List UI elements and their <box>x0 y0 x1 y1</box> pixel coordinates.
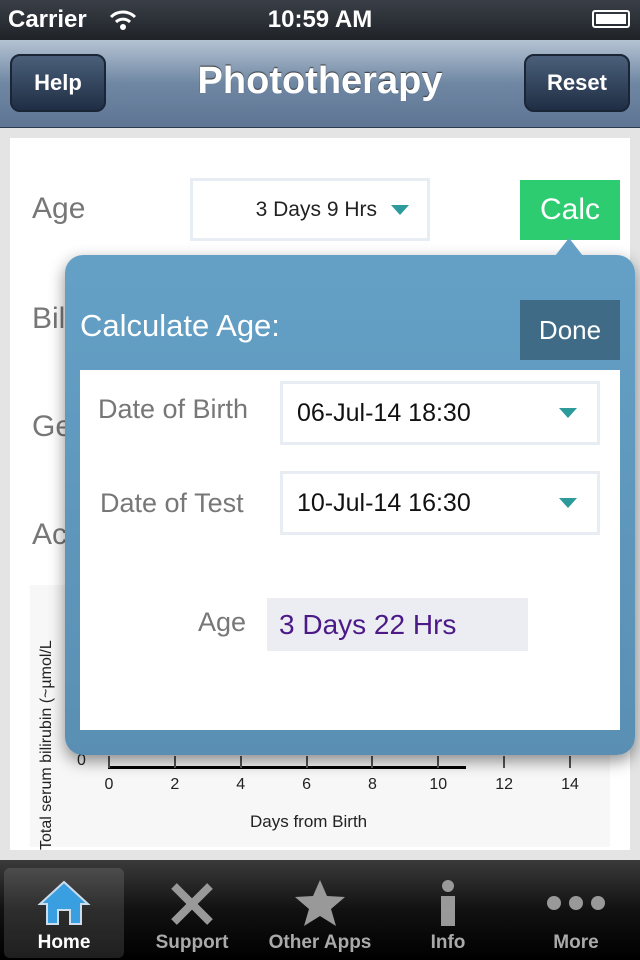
x-tick-label: 14 <box>561 776 579 793</box>
tab-home[interactable]: Home <box>4 868 124 958</box>
reset-button[interactable]: Reset <box>524 54 630 112</box>
clock: 10:59 AM <box>267 6 373 33</box>
more-icon <box>547 896 605 910</box>
bilirubin-label: Bil <box>32 302 66 335</box>
info-icon <box>441 880 455 926</box>
dropdown-arrow-icon <box>559 498 577 508</box>
dropdown-arrow-icon <box>559 408 577 418</box>
tab-label: More <box>553 932 599 953</box>
x-axis-label: Days from Birth <box>250 812 368 831</box>
x-tick-mark <box>569 756 571 768</box>
x-tick-mark <box>108 756 110 768</box>
tab-bar: Home Support Other Apps Info More <box>0 860 640 960</box>
y-axis-label: Total serum bilirubin (~µmol/L <box>38 640 55 850</box>
dot-select[interactable]: 10-Jul-14 16:30 <box>280 471 600 535</box>
ac-label: Ac <box>32 518 68 551</box>
dropdown-arrow-icon <box>391 204 409 215</box>
x-tick-label: 4 <box>236 776 246 793</box>
calc-button[interactable]: Calc <box>520 180 620 240</box>
dot-value: 10-Jul-14 16:30 <box>297 488 471 517</box>
dob-label: Date of Birth <box>98 394 249 424</box>
age-label: Age <box>32 192 86 225</box>
age-value: 3 Days 9 Hrs <box>255 197 377 221</box>
x-tick-label: 2 <box>170 776 180 793</box>
x-tick-label: 10 <box>429 776 448 793</box>
status-bar: Carrier 10:59 AM <box>0 0 640 40</box>
home-icon <box>37 880 91 925</box>
x-tick-label: 0 <box>104 776 114 793</box>
tab-label: Other Apps <box>268 932 372 953</box>
x-tick-label: 6 <box>302 776 312 793</box>
x-tick-label: 12 <box>495 776 514 793</box>
age-result: 3 Days 22 Hrs <box>267 598 528 651</box>
dob-select[interactable]: 06-Jul-14 18:30 <box>280 381 600 445</box>
tools-icon <box>171 883 213 925</box>
age-result-label: Age <box>198 607 247 637</box>
battery-icon <box>592 10 630 28</box>
x-tick-mark <box>371 756 374 768</box>
dob-value: 06-Jul-14 18:30 <box>297 398 471 427</box>
popover-arrow <box>555 238 583 256</box>
tab-other-apps[interactable]: Other Apps <box>260 868 380 958</box>
age-select[interactable]: 3 Days 9 Hrs <box>190 178 430 241</box>
done-button[interactable]: Done <box>520 300 620 360</box>
tab-label: Support <box>155 932 229 953</box>
dot-label: Date of Test <box>100 488 244 518</box>
x-tick-mark <box>305 756 308 768</box>
x-tick-mark <box>239 756 242 768</box>
nav-bar: Help Phototherapy Reset <box>0 40 640 128</box>
x-tick-mark <box>437 756 440 768</box>
tab-support[interactable]: Support <box>132 868 252 958</box>
tab-more[interactable]: More <box>516 868 636 958</box>
x-axis-line <box>108 766 466 769</box>
tab-label: Info <box>430 932 466 953</box>
x-tick-mark <box>173 756 176 768</box>
tab-info[interactable]: Info <box>388 868 508 958</box>
popover-title: Calculate Age: <box>80 308 280 343</box>
x-tick-mark <box>503 756 506 768</box>
tab-label: Home <box>37 932 91 953</box>
x-tick-label: 8 <box>367 776 377 793</box>
star-icon <box>295 880 345 926</box>
